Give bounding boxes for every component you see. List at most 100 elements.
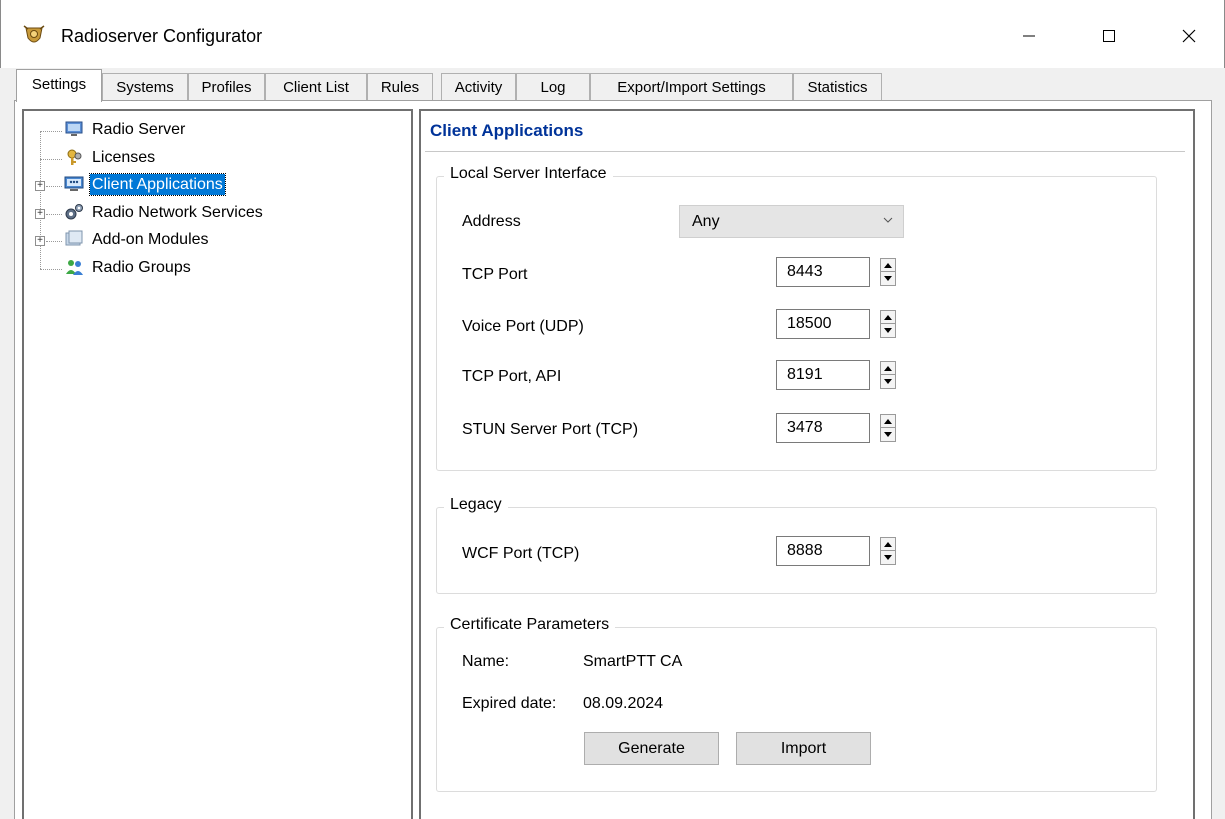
tree-item-client-applications[interactable]: Client Applications [64, 172, 226, 196]
arrow-down-icon [884, 379, 892, 384]
legacy-legend: Legacy [444, 496, 508, 514]
tree-item-add-on-modules[interactable]: Add-on Modules [64, 228, 211, 250]
gears-icon [65, 204, 83, 220]
modules-icon [65, 230, 83, 246]
arrow-up-icon [884, 541, 892, 547]
tcp-port-label: TCP Port [462, 266, 528, 283]
app-icon [23, 25, 45, 43]
address-value: Any [692, 213, 720, 230]
certificate-name-value: SmartPTT CA [583, 653, 683, 670]
monitor-icon [65, 121, 83, 136]
tab-settings[interactable]: Settings [16, 69, 102, 102]
decrement-button[interactable] [881, 324, 895, 337]
stepper-buttons [880, 414, 896, 442]
stepper-buttons [880, 310, 896, 338]
network-computer-icon [64, 176, 84, 191]
tab-statistics[interactable]: Statistics [793, 73, 882, 101]
expired-date-value: 08.09.2024 [583, 695, 664, 712]
arrow-down-icon [884, 555, 892, 560]
stun-port-label: STUN Server Port (TCP) [462, 421, 639, 438]
stun-port-input[interactable]: 3478 [776, 413, 870, 443]
tab-activity[interactable]: Activity [441, 73, 516, 101]
voice-port-label: Voice Port (UDP) [462, 318, 584, 335]
increment-button[interactable] [881, 311, 895, 324]
close-button[interactable] [1159, 14, 1219, 58]
users-icon [66, 260, 83, 275]
certificate-legend: Certificate Parameters [444, 616, 616, 634]
decrement-button[interactable] [881, 551, 895, 564]
tree-item-radio-server[interactable]: Radio Server [64, 118, 187, 140]
chevron-down-icon [883, 217, 893, 223]
decrement-button[interactable] [881, 375, 895, 388]
decrement-button[interactable] [881, 428, 895, 441]
tree-label: Radio Groups [92, 258, 191, 276]
arrow-down-icon [884, 328, 892, 333]
minimize-button[interactable] [999, 14, 1059, 58]
tcp-port-stepper[interactable]: 8443 [776, 257, 896, 287]
tree-connector [46, 241, 62, 242]
tree-label: Add-on Modules [92, 230, 209, 248]
import-button[interactable]: Import [736, 732, 871, 765]
expand-radio-network-services[interactable]: + [35, 209, 45, 219]
maximize-button[interactable] [1079, 14, 1139, 58]
wcf-port-input[interactable]: 8888 [776, 536, 870, 566]
expired-date-label: Expired date: [462, 695, 557, 712]
arrow-up-icon [884, 418, 892, 424]
increment-button[interactable] [881, 538, 895, 551]
expand-add-on-modules[interactable]: + [35, 236, 45, 246]
tab-log[interactable]: Log [516, 73, 590, 101]
api-port-label: TCP Port, API [462, 368, 562, 385]
address-label: Address [462, 213, 521, 230]
title-bar: Radioserver Configurator [0, 0, 1225, 68]
close-icon [1182, 29, 1196, 43]
local-server-legend: Local Server Interface [444, 165, 613, 183]
tree-item-radio-groups[interactable]: Radio Groups [64, 256, 193, 278]
increment-button[interactable] [881, 259, 895, 272]
tree-item-licenses[interactable]: Licenses [64, 146, 157, 168]
tree-connector [40, 159, 62, 160]
arrow-up-icon [884, 365, 892, 371]
window-title: Radioserver Configurator [61, 26, 263, 46]
tree-label: Licenses [92, 148, 156, 166]
tab-rules[interactable]: Rules [367, 73, 433, 101]
arrow-up-icon [884, 262, 892, 268]
maximize-icon [1103, 30, 1115, 42]
tree-connector [40, 269, 62, 270]
keys-icon [67, 149, 82, 165]
stun-port-stepper[interactable]: 3478 [776, 413, 896, 443]
api-port-stepper[interactable]: 8191 [776, 360, 896, 390]
title-divider [425, 151, 1185, 152]
tab-client-list[interactable]: Client List [265, 73, 367, 101]
voice-port-stepper[interactable]: 18500 [776, 309, 896, 339]
tree-connector [46, 214, 62, 215]
voice-port-input[interactable]: 18500 [776, 309, 870, 339]
tab-profiles[interactable]: Profiles [188, 73, 265, 101]
stepper-buttons [880, 361, 896, 389]
certificate-name-label: Name: [462, 653, 510, 670]
tab-export-import-settings[interactable]: Export/Import Settings [590, 73, 793, 101]
arrow-down-icon [884, 432, 892, 437]
tree-item-radio-network-services[interactable]: Radio Network Services [64, 201, 265, 223]
api-port-input[interactable]: 8191 [776, 360, 870, 390]
increment-button[interactable] [881, 362, 895, 375]
tab-systems[interactable]: Systems [102, 73, 188, 101]
tcp-port-input[interactable]: 8443 [776, 257, 870, 287]
tree-label: Radio Network Services [92, 203, 263, 221]
wcf-port-label: WCF Port (TCP) [462, 545, 580, 562]
increment-button[interactable] [881, 415, 895, 428]
page-title: Client Applications [430, 121, 584, 140]
decrement-button[interactable] [881, 272, 895, 285]
wcf-port-stepper[interactable]: 8888 [776, 536, 896, 566]
arrow-down-icon [884, 276, 892, 281]
arrow-up-icon [884, 314, 892, 320]
address-select[interactable]: Any [679, 205, 904, 238]
tree-label: Client Applications [89, 172, 226, 196]
generate-button[interactable]: Generate [584, 732, 719, 765]
stepper-buttons [880, 258, 896, 286]
stepper-buttons [880, 537, 896, 565]
minimize-icon [1023, 35, 1035, 37]
tree-label: Radio Server [92, 120, 186, 138]
tree-connector [40, 131, 41, 269]
tree-connector [46, 186, 62, 187]
expand-client-applications[interactable]: + [35, 181, 45, 191]
